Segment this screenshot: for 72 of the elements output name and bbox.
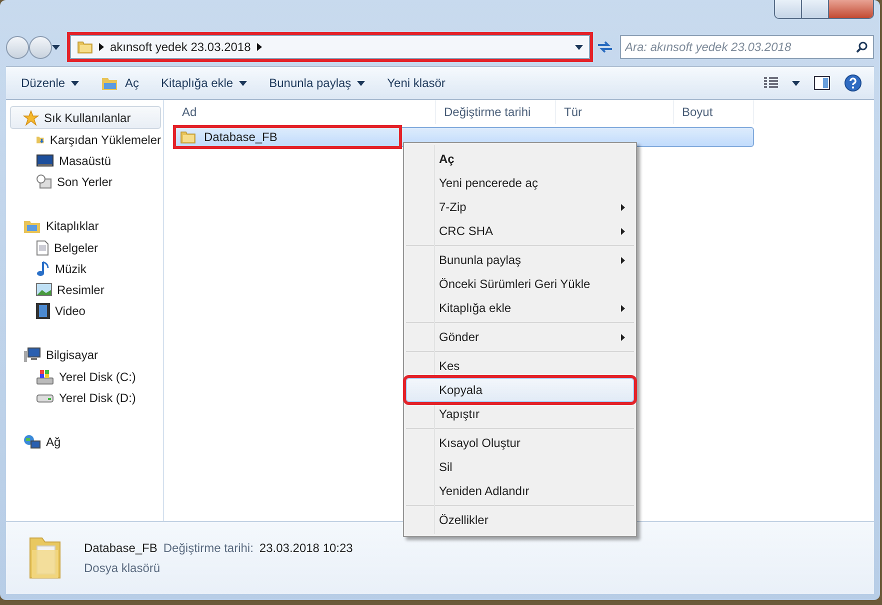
sidebar-item[interactable]: Yerel Disk (D:)	[10, 387, 161, 408]
system-drive-icon	[36, 368, 54, 384]
music-note-icon	[36, 260, 50, 276]
document-icon	[36, 240, 49, 256]
close-button[interactable]	[829, 0, 873, 18]
image-icon	[36, 283, 52, 296]
film-icon	[36, 302, 50, 318]
help-icon[interactable]	[844, 74, 862, 92]
folder-icon	[77, 40, 93, 54]
open-folder-icon	[101, 76, 120, 90]
sidebar-item[interactable]: Video	[10, 300, 161, 321]
minimize-button[interactable]	[775, 0, 802, 18]
recent-places-icon	[36, 174, 52, 190]
breadcrumb[interactable]: akınsoft yedek 23.03.2018	[110, 40, 251, 54]
toolbar-button[interactable]: Yeni klasör	[378, 72, 454, 94]
menu-item[interactable]: Kopyala	[406, 378, 634, 402]
folder-icon	[28, 536, 62, 580]
view-list-icon[interactable]	[764, 77, 778, 89]
toolbar-button[interactable]: Kitaplığa ekle	[152, 72, 256, 94]
sidebar-item[interactable]: Belgeler	[10, 237, 161, 258]
toolbar-button[interactable]: Bununla paylaş	[260, 72, 374, 94]
preview-pane-icon[interactable]	[814, 76, 830, 90]
star-icon	[23, 110, 39, 126]
chevron-icon	[256, 43, 262, 51]
sidebar-item[interactable]: Karşıdan Yüklemeler	[10, 129, 161, 150]
network-icon	[23, 434, 41, 450]
menu-item[interactable]: Gönder	[406, 325, 634, 349]
sidebar-item[interactable]: Kitaplıklar	[10, 214, 161, 237]
menu-item[interactable]: CRC SHA	[406, 219, 634, 243]
computer-icon	[23, 346, 41, 362]
menu-item[interactable]: Sil	[406, 455, 634, 479]
column-header[interactable]: Boyut	[674, 100, 754, 124]
sidebar-item[interactable]: Son Yerler	[10, 171, 161, 192]
maximize-button[interactable]	[802, 0, 829, 18]
file-name: Database_FB	[203, 130, 278, 144]
file-type: Dosya klasörü	[84, 561, 162, 575]
menu-item[interactable]: Kes	[406, 354, 634, 378]
menu-item[interactable]: Aç	[406, 147, 634, 171]
menu-item[interactable]: Önceki Sürümleri Geri Yükle	[406, 272, 634, 296]
menu-item[interactable]: 7-Zip	[406, 195, 634, 219]
date-value: 23.03.2018 10:23	[259, 541, 353, 555]
toolbar-button[interactable]: Aç	[92, 72, 148, 94]
sidebar-item[interactable]: Sık Kullanılanlar	[10, 106, 161, 129]
sidebar-item[interactable]: Ağ	[10, 430, 161, 453]
address-bar[interactable]: akınsoft yedek 23.03.2018	[70, 35, 590, 59]
menu-item[interactable]: Yeniden Adlandır	[406, 479, 634, 503]
column-header[interactable]: Değiştirme tarihi	[436, 100, 556, 124]
chevron-icon	[99, 43, 104, 51]
file-row[interactable]: Database_FB	[174, 127, 754, 147]
menu-item[interactable]: Bununla paylaş	[406, 248, 634, 272]
column-header[interactable]: Ad	[164, 100, 436, 124]
desktop-icon	[36, 154, 54, 168]
sidebar-item[interactable]: Resimler	[10, 279, 161, 300]
sidebar-item[interactable]: Müzik	[10, 258, 161, 279]
folder-icon	[180, 130, 196, 144]
drive-icon	[36, 392, 54, 402]
column-header[interactable]: Tür	[556, 100, 674, 124]
sidebar-item[interactable]: Yerel Disk (C:)	[10, 366, 161, 387]
menu-item[interactable]: Kitaplığa ekle	[406, 296, 634, 320]
refresh-icon[interactable]	[596, 40, 614, 54]
sidebar-item[interactable]: Bilgisayar	[10, 343, 161, 366]
menu-item[interactable]: Yeni pencerede aç	[406, 171, 634, 195]
date-label: Değiştirme tarihi:	[163, 541, 254, 555]
menu-item[interactable]: Özellikler	[406, 508, 634, 532]
search-icon	[856, 41, 868, 53]
file-name: Database_FB	[84, 541, 158, 555]
menu-item[interactable]: Kısayol Oluştur	[406, 431, 634, 455]
forward-button[interactable]	[29, 36, 52, 58]
back-button[interactable]	[6, 36, 29, 58]
sidebar-item[interactable]: Masaüstü	[10, 150, 161, 171]
menu-item[interactable]: Yapıştır	[406, 402, 634, 426]
toolbar-button[interactable]: Düzenle	[12, 72, 88, 94]
